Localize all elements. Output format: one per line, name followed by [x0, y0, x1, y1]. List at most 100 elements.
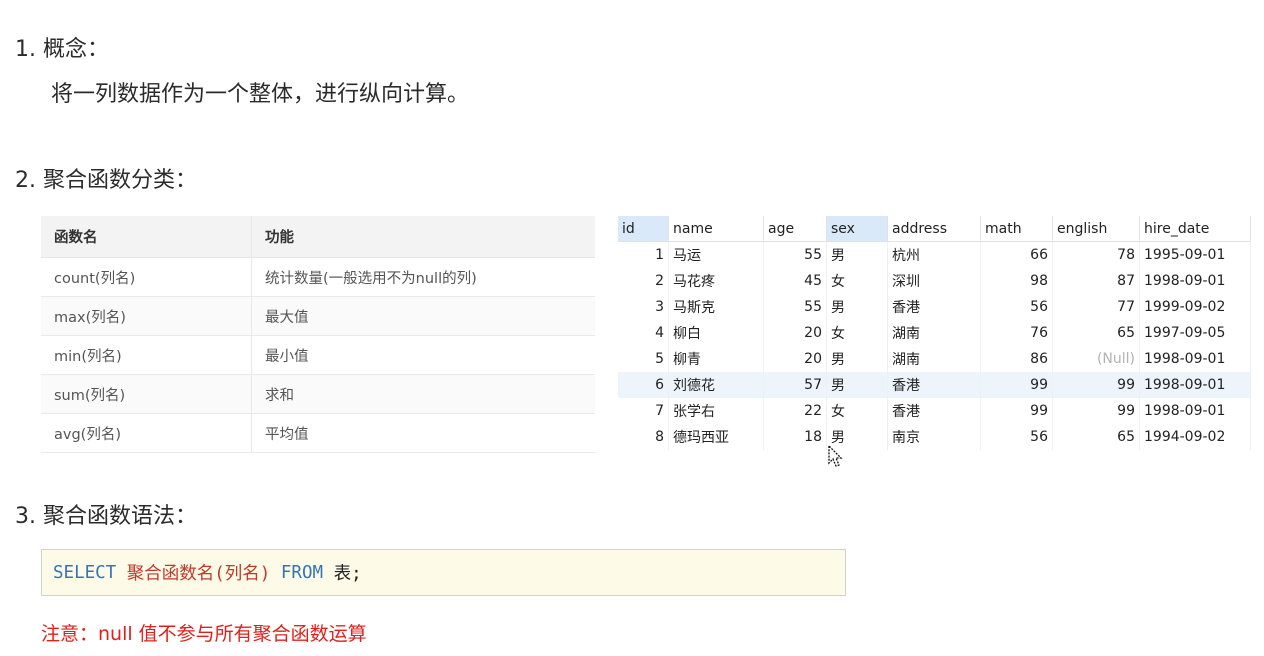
grid-cell-address[interactable]: 香港 [887, 398, 981, 424]
grid-column-header[interactable]: age [763, 216, 827, 242]
grid-cell-address[interactable]: 香港 [887, 294, 981, 320]
mouse-pointer-icon [828, 444, 843, 467]
grid-cell-id[interactable]: 7 [618, 398, 669, 424]
grid-cell-name[interactable]: 刘德花 [668, 372, 764, 398]
grid-cell-name[interactable]: 柳青 [668, 346, 764, 372]
sql-keyword-select: SELECT [53, 562, 117, 583]
grid-column-header[interactable]: hire_date [1139, 216, 1251, 242]
column-header: 功能 [251, 216, 595, 258]
grid-cell-age[interactable]: 18 [763, 424, 827, 450]
grid-row[interactable]: 8 德玛西亚 18 男南京 56 65 1994-09-02 [618, 424, 1251, 450]
grid-cell-address[interactable]: 深圳 [887, 268, 981, 294]
grid-cell-math[interactable]: 98 [980, 268, 1053, 294]
grid-cell-english[interactable]: 87 [1052, 268, 1140, 294]
grid-cell-hire_date[interactable]: 1994-09-02 [1139, 424, 1251, 450]
grid-column-header[interactable]: address [887, 216, 981, 242]
grid-cell-hire_date[interactable]: 1998-09-01 [1139, 268, 1251, 294]
grid-cell-math[interactable]: 99 [980, 372, 1053, 398]
grid-cell-sex[interactable]: 女 [826, 268, 888, 294]
grid-cell-age[interactable]: 55 [763, 241, 827, 268]
grid-cell-name[interactable]: 马斯克 [668, 294, 764, 320]
grid-cell-math[interactable]: 76 [980, 320, 1053, 346]
column-header: 函数名 [41, 216, 252, 258]
table-row: max(列名) 最大值 [41, 296, 595, 336]
grid-row[interactable]: 5 柳青 20 男湖南 86 (Null) 1998-09-01 [618, 346, 1251, 372]
grid-cell-name[interactable]: 柳白 [668, 320, 764, 346]
grid-cell-id[interactable]: 6 [618, 372, 669, 398]
grid-cell-sex[interactable]: 女 [826, 398, 888, 424]
grid-row[interactable]: 4 柳白 20 女湖南 76 65 1997-09-05 [618, 320, 1251, 346]
grid-cell-sex[interactable]: 男 [826, 346, 888, 372]
grid-cell-sex[interactable]: 男 [826, 294, 888, 320]
grid-cell-sex[interactable]: 男 [826, 372, 888, 398]
grid-row[interactable]: 7 张学右 22 女香港 99 99 1998-09-01 [618, 398, 1251, 424]
function-desc-cell: 平均值 [251, 413, 595, 453]
grid-cell-hire_date[interactable]: 1999-09-02 [1139, 294, 1251, 320]
grid-cell-id[interactable]: 3 [618, 294, 669, 320]
grid-cell-hire_date[interactable]: 1998-09-01 [1139, 346, 1251, 372]
grid-cell-english[interactable]: 65 [1052, 424, 1140, 450]
grid-cell-english[interactable]: 65 [1052, 320, 1140, 346]
grid-cell-hire_date[interactable]: 1995-09-01 [1139, 241, 1251, 268]
grid-row[interactable]: 1 马运 55 男杭州 66 78 1995-09-01 [618, 241, 1251, 268]
table-row: sum(列名) 求和 [41, 374, 595, 414]
grid-cell-address[interactable]: 湖南 [887, 346, 981, 372]
grid-cell-english[interactable]: 99 [1052, 398, 1140, 424]
grid-cell-name[interactable]: 德玛西亚 [668, 424, 764, 450]
grid-cell-english[interactable]: 78 [1052, 241, 1140, 268]
aggregate-function-table: 函数名 功能 count(列名) 统计数量(一般选用不为null的列) max(列名… [41, 216, 595, 453]
null-warning-note: 注意：null 值不参与所有聚合函数运算 [41, 623, 367, 645]
grid-row[interactable]: 3 马斯克 55 男香港 56 77 1999-09-02 [618, 294, 1251, 320]
grid-cell-age[interactable]: 55 [763, 294, 827, 320]
grid-cell-age[interactable]: 20 [763, 346, 827, 372]
grid-cell-name[interactable]: 马花疼 [668, 268, 764, 294]
grid-cell-math[interactable]: 86 [980, 346, 1053, 372]
grid-cell-address[interactable]: 湖南 [887, 320, 981, 346]
section-3-heading: 3. 聚合函数语法： [15, 504, 197, 529]
grid-column-header[interactable]: math [980, 216, 1053, 242]
grid-column-header[interactable]: id [618, 216, 669, 242]
sql-syntax-code-block: SELECT 聚合函数名(列名) FROM 表; [41, 549, 846, 596]
grid-cell-sex[interactable]: 男 [826, 241, 888, 268]
grid-cell-age[interactable]: 20 [763, 320, 827, 346]
grid-cell-english[interactable]: 99 [1052, 372, 1140, 398]
grid-cell-hire_date[interactable]: 1998-09-01 [1139, 398, 1251, 424]
grid-cell-id[interactable]: 4 [618, 320, 669, 346]
grid-cell-english[interactable]: (Null) [1052, 346, 1140, 372]
table-row: min(列名) 最小值 [41, 335, 595, 375]
function-name-cell: min(列名) [41, 335, 252, 375]
function-desc-cell: 统计数量(一般选用不为null的列) [251, 257, 595, 297]
grid-cell-age[interactable]: 22 [763, 398, 827, 424]
grid-cell-id[interactable]: 5 [618, 346, 669, 372]
grid-cell-hire_date[interactable]: 1997-09-05 [1139, 320, 1251, 346]
grid-cell-name[interactable]: 张学右 [668, 398, 764, 424]
grid-row[interactable]: 6 刘德花 57 男香港 99 99 1998-09-01 [618, 372, 1251, 398]
sql-keyword-from: FROM [280, 562, 324, 583]
grid-cell-math[interactable]: 66 [980, 241, 1053, 268]
grid-header-row: id name age sex address math english hir… [618, 216, 1251, 242]
grid-cell-name[interactable]: 马运 [668, 241, 764, 268]
grid-cell-address[interactable]: 香港 [887, 372, 981, 398]
grid-cell-id[interactable]: 8 [618, 424, 669, 450]
grid-cell-sex[interactable]: 女 [826, 320, 888, 346]
grid-cell-english[interactable]: 77 [1052, 294, 1140, 320]
grid-cell-hire_date[interactable]: 1998-09-01 [1139, 372, 1251, 398]
grid-cell-age[interactable]: 57 [763, 372, 827, 398]
function-desc-cell: 求和 [251, 374, 595, 414]
function-desc-cell: 最小值 [251, 335, 595, 375]
table-header-row: 函数名 功能 [41, 216, 595, 258]
grid-cell-address[interactable]: 杭州 [887, 241, 981, 268]
grid-column-header[interactable]: sex [826, 216, 888, 242]
grid-column-header[interactable]: name [668, 216, 764, 242]
function-name-cell: max(列名) [41, 296, 252, 336]
grid-row[interactable]: 2 马花疼 45 女深圳 98 87 1998-09-01 [618, 268, 1251, 294]
grid-cell-address[interactable]: 南京 [887, 424, 981, 450]
grid-cell-age[interactable]: 45 [763, 268, 827, 294]
grid-cell-id[interactable]: 2 [618, 268, 669, 294]
grid-cell-math[interactable]: 99 [980, 398, 1053, 424]
grid-cell-math[interactable]: 56 [980, 424, 1053, 450]
grid-column-header[interactable]: english [1052, 216, 1140, 242]
grid-cell-id[interactable]: 1 [618, 241, 669, 268]
function-name-cell: avg(列名) [41, 413, 252, 453]
grid-cell-math[interactable]: 56 [980, 294, 1053, 320]
